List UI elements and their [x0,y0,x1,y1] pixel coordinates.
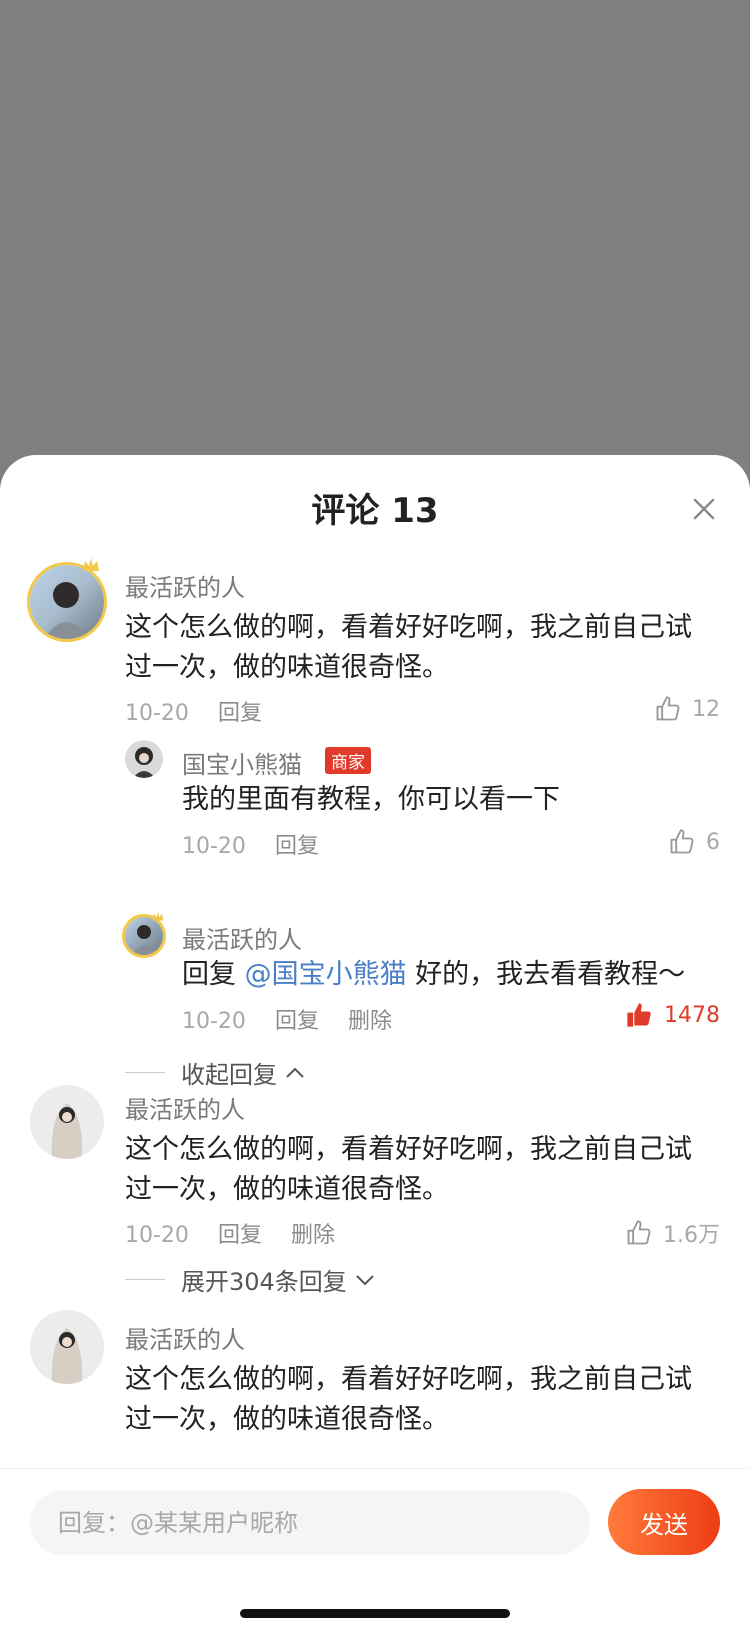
reply-bar: 发送 [0,1468,750,1625]
like-button[interactable]: 12 [654,695,720,723]
merchant-badge: 商家 [325,747,371,774]
like-button[interactable]: 6 [668,828,720,856]
avatar[interactable] [30,1085,104,1159]
comment-meta: 10-20 回复 [125,695,284,727]
close-button[interactable] [688,493,720,525]
reply-text: 回复 @国宝小熊猫 好的，我去看看教程～ [182,955,722,995]
like-count: 12 [692,696,720,722]
mention-link[interactable]: @国宝小熊猫 [245,959,407,990]
collapse-replies-button[interactable]: 收起回复 [125,1055,305,1090]
thumbs-up-filled-icon [627,1003,651,1027]
comment-date: 10-20 [125,1223,189,1248]
like-button[interactable]: 1.6万 [625,1217,720,1249]
comment-text: 这个怎么做的啊，看着好好吃啊，我之前自己试过一次，做的味道很奇怪。 [125,1134,692,1205]
reply-meta: 10-20 回复 [182,828,341,860]
reply-button[interactable]: 回复 [218,1223,262,1248]
collapse-label: 收起回复 [181,1061,277,1089]
reply-button[interactable]: 回复 [275,1009,319,1034]
sheet-title: 评论 13 [311,491,439,531]
like-button[interactable]: 1478 [624,1001,720,1029]
crown-icon [83,558,99,571]
expand-replies-button[interactable]: 展开304条回复 [125,1262,375,1297]
reply-prefix: 回复 [182,959,236,990]
send-button[interactable]: 发送 [608,1489,720,1555]
reply-button[interactable]: 回复 [275,834,319,859]
reply-input[interactable] [30,1491,590,1555]
thumbs-up-icon [627,1220,651,1245]
crown-icon [152,911,164,921]
reply-body: 好的，我去看看教程～ [415,959,686,990]
reply-button[interactable]: 回复 [218,701,262,726]
like-count: 6 [706,829,720,855]
comment-text: 这个怎么做的啊，看着好好吃啊，我之前自己试过一次，做的味道很奇怪。 [125,1364,692,1435]
comments-sheet: 评论 13 最活跃的人 这个怎么做的啊，看着好好吃啊，我之前自己试过一次，做的味… [0,455,750,1624]
comment-username[interactable]: 最活跃的人 [125,1090,245,1125]
like-count: 1.6万 [663,1223,720,1248]
reply-date: 10-20 [182,834,246,859]
reply-meta: 10-20 回复 删除 [182,1003,414,1035]
reply-date: 10-20 [182,1009,246,1034]
home-indicator [240,1609,510,1618]
like-count: 1478 [664,1002,720,1028]
delete-button[interactable]: 删除 [291,1223,335,1248]
thumbs-up-icon [670,829,694,854]
avatar[interactable] [30,565,104,639]
comment-text: 这个怎么做的啊，看着好好吃啊，我之前自己试过一次，做的味道很奇怪。 [125,612,692,683]
thumbs-up-icon [656,696,680,721]
chevron-up-icon [286,1067,304,1078]
avatar[interactable] [30,1310,104,1384]
chevron-down-icon [356,1274,374,1285]
reply-username[interactable]: 国宝小熊猫 [182,745,302,780]
close-icon [693,498,715,520]
expand-label: 展开304条回复 [181,1268,347,1296]
delete-button[interactable]: 删除 [348,1009,392,1034]
comment-meta: 10-20 回复 删除 [125,1217,357,1249]
comment-username[interactable]: 最活跃的人 [125,1320,245,1355]
reply-text: 我的里面有教程，你可以看一下 [182,784,560,815]
avatar[interactable] [125,917,163,955]
comment-date: 10-20 [125,701,189,726]
avatar[interactable] [125,740,163,778]
reply-username[interactable]: 最活跃的人 [182,920,302,955]
dim-overlay[interactable] [0,0,750,455]
comment-username[interactable]: 最活跃的人 [125,568,245,603]
